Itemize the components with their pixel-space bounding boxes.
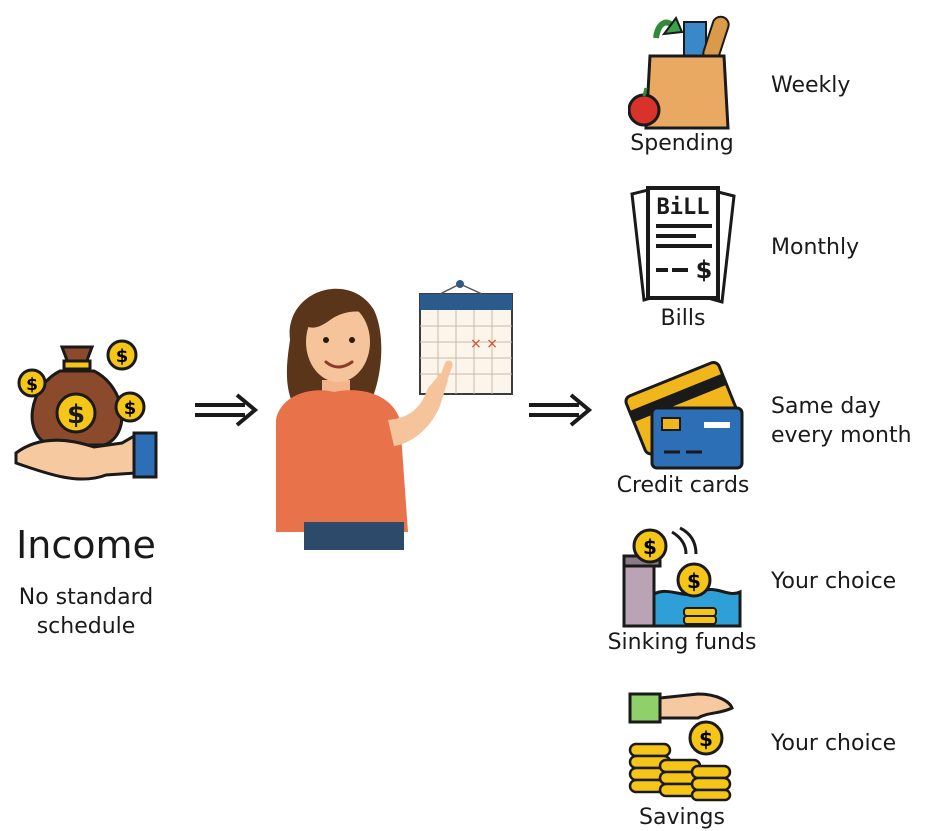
svg-text:$: $ [699, 727, 713, 751]
category-label-bills: Bills [660, 306, 706, 331]
svg-text:$: $ [643, 535, 657, 559]
person-with-calendar-illustration: × × [270, 270, 520, 550]
category-label-savings: Savings [639, 805, 725, 830]
svg-text:$: $ [116, 346, 129, 367]
svg-text:$: $ [687, 569, 701, 593]
savings-coins-icon: $ [624, 688, 740, 802]
svg-text:$: $ [696, 256, 713, 284]
frequency-line1: Same day [771, 394, 881, 419]
frequency-label-spending: Weekly [771, 73, 851, 98]
bill-icon: BiLL $ [626, 184, 742, 304]
svg-text:$: $ [67, 400, 85, 430]
income-subtitle: No standard schedule [0, 583, 172, 641]
frequency-line2: every month [771, 423, 912, 448]
frequency-label-savings: Your choice [771, 731, 897, 756]
category-label-credit-cards: Credit cards [616, 473, 750, 498]
income-subtitle-line2: schedule [36, 614, 136, 639]
money-bag-hand-icon: $ $ $ $ [10, 335, 162, 487]
credit-card-icon [624, 352, 746, 470]
svg-text:$: $ [124, 398, 137, 419]
calendar-icon: × × [419, 280, 513, 395]
arrow-right-icon [193, 393, 259, 427]
income-subtitle-line1: No standard [18, 585, 154, 610]
arrow-right-icon [527, 393, 593, 427]
sinking-fund-icon: $ $ [620, 524, 744, 628]
svg-text:BiLL: BiLL [657, 195, 710, 220]
svg-text:$: $ [26, 375, 38, 395]
frequency-label-sinking-funds: Your choice [771, 569, 897, 594]
frequency-label-credit-cards: Same day every month [771, 392, 912, 450]
calendar-marks: × × [470, 336, 498, 352]
category-label-sinking-funds: Sinking funds [607, 630, 757, 655]
grocery-bag-icon [628, 12, 738, 130]
frequency-label-bills: Monthly [771, 235, 860, 260]
income-title: Income [16, 523, 156, 567]
category-label-spending: Spending [630, 131, 734, 156]
